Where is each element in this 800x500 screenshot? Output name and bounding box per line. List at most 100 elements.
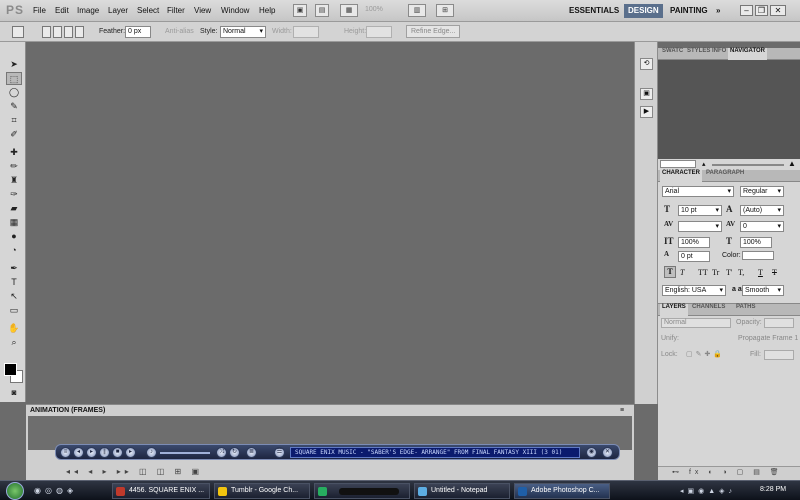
menu-view[interactable]: View <box>194 6 211 15</box>
quick-launch-icons[interactable]: ◉◎◍◈ <box>34 486 77 495</box>
zoom-in-icon[interactable]: ▲ <box>788 159 796 168</box>
fill-field[interactable] <box>764 350 794 360</box>
stop-icon[interactable]: ■ <box>112 447 123 458</box>
animation-controls[interactable]: ◂◂ ◂ ▸ ▸▸ ◫ ◫ ⊞ ▣ <box>66 467 203 476</box>
menu-file[interactable]: File <box>33 6 46 15</box>
style-select[interactable]: Normal <box>220 26 266 38</box>
vertical-scale-field[interactable]: 100% <box>678 237 710 248</box>
language-select[interactable]: English: USA <box>662 285 726 296</box>
all-caps-button[interactable]: TT <box>698 268 708 277</box>
navigator-zoom-slider[interactable] <box>712 164 784 166</box>
baseline-field[interactable]: 0 pt <box>678 251 710 262</box>
start-button[interactable] <box>6 482 24 500</box>
animation-tab[interactable]: ANIMATION (FRAMES) <box>30 407 105 414</box>
leading-field[interactable]: (Auto) <box>740 205 784 216</box>
pen-tool-icon[interactable]: ✒ <box>6 262 22 275</box>
font-family-select[interactable]: Arial <box>662 186 734 197</box>
canvas-area[interactable] <box>26 42 634 404</box>
zoom-out-icon[interactable]: ▴ <box>702 160 706 168</box>
tracking-field[interactable]: 0 <box>740 221 784 232</box>
small-caps-button[interactable]: Tr <box>712 268 719 277</box>
workspace-more[interactable]: » <box>712 4 724 18</box>
antialias-select[interactable]: Smooth <box>742 285 784 296</box>
eyedropper-tool-icon[interactable]: ✐ <box>6 128 22 141</box>
task-redacted[interactable] <box>314 483 410 499</box>
bridge-icon[interactable]: ▣ <box>293 4 307 17</box>
blur-tool-icon[interactable]: ● <box>6 230 22 243</box>
height-field[interactable] <box>366 26 392 38</box>
workspace-essentials[interactable]: ESSENTIALS <box>565 4 623 18</box>
shape-tool-icon[interactable]: ▭ <box>6 304 22 317</box>
gradient-tool-icon[interactable]: ▦ <box>6 216 22 229</box>
subscript-button[interactable]: T, <box>738 268 744 277</box>
tab-character[interactable]: CHARACTER <box>660 170 702 182</box>
close-icon[interactable]: ✕ <box>770 5 786 16</box>
play-icon[interactable]: ▸ <box>86 447 97 458</box>
type-tool-icon[interactable]: T <box>6 276 22 289</box>
eraser-tool-icon[interactable]: ▰ <box>6 202 22 215</box>
view-extras-icon[interactable]: ▦ <box>340 4 358 17</box>
repeat-icon[interactable]: ↻ <box>229 447 240 458</box>
history-brush-tool-icon[interactable]: ✑ <box>6 188 22 201</box>
menu-image[interactable]: Image <box>77 6 99 15</box>
tab-channels[interactable]: CHANNELS <box>690 304 727 316</box>
animation-panel-menu-icon[interactable]: ≡ <box>620 407 624 414</box>
menu-window[interactable]: Window <box>221 6 249 15</box>
faux-bold-button[interactable]: T <box>664 266 676 278</box>
actions-panel-icon[interactable]: ▣ <box>640 88 653 100</box>
path-selection-tool-icon[interactable]: ↖ <box>6 290 22 303</box>
quick-selection-tool-icon[interactable]: ✎ <box>6 100 22 113</box>
history-panel-icon[interactable]: ⟲ <box>640 58 653 70</box>
menu-layer[interactable]: Layer <box>108 6 128 15</box>
arrange-documents-icon[interactable]: ▥ <box>408 4 426 17</box>
clone-stamp-tool-icon[interactable]: ♜ <box>6 174 22 187</box>
navigator-zoom-field[interactable] <box>660 160 696 168</box>
menu-select[interactable]: Select <box>137 6 159 15</box>
navigator-preview[interactable] <box>658 60 800 166</box>
blend-mode-select[interactable]: Normal <box>661 318 731 328</box>
lasso-tool-icon[interactable]: ◯ <box>6 86 22 99</box>
opacity-field[interactable] <box>764 318 794 328</box>
animation-panel-icon[interactable]: ▶ <box>640 106 653 118</box>
foreground-color-swatch[interactable] <box>4 363 17 376</box>
width-field[interactable] <box>293 26 319 38</box>
strikethrough-button[interactable]: T <box>772 268 777 277</box>
task-notepad[interactable]: Untitled - Notepad <box>414 483 510 499</box>
refine-edge-button[interactable]: Refine Edge... <box>406 25 461 38</box>
zoom-tool-icon[interactable]: ⌕ <box>6 336 22 349</box>
eq-icon[interactable]: ≣ <box>246 447 257 458</box>
layers-list[interactable] <box>658 364 800 466</box>
subtract-selection-icon[interactable] <box>64 26 73 38</box>
tab-info[interactable]: INFO <box>710 48 728 60</box>
next-icon[interactable]: ▸ <box>125 447 136 458</box>
quick-mask-icon[interactable]: ◙ <box>6 386 22 399</box>
add-selection-icon[interactable] <box>53 26 62 38</box>
system-tray-icons[interactable]: ◂▣◉▲◈♪ <box>680 487 736 495</box>
rect-marquee-tool-icon[interactable]: ⬚ <box>6 72 22 85</box>
tab-navigator[interactable]: NAVIGATOR <box>728 48 768 60</box>
hand-tool-icon[interactable]: ✋ <box>6 322 22 335</box>
lock-icons[interactable]: ▢✎✚🔒 <box>686 350 725 358</box>
player-menu-icon[interactable]: ≡ <box>60 447 71 458</box>
task-chrome[interactable]: Tumblr - Google Ch... <box>214 483 310 499</box>
zoom-level[interactable]: 100% <box>365 6 383 13</box>
volume-slider[interactable] <box>160 452 210 454</box>
volume-icon[interactable]: ♪ <box>146 447 157 458</box>
faux-italic-button[interactable]: T <box>680 268 684 277</box>
propagate-frame-checkbox[interactable]: Propagate Frame 1 <box>738 335 798 342</box>
tab-styles[interactable]: STYLES <box>685 48 712 60</box>
shuffle-icon[interactable]: ⤨ <box>216 447 227 458</box>
intersect-selection-icon[interactable] <box>75 26 84 38</box>
task-photoshop[interactable]: Adobe Photoshop C... <box>514 483 610 499</box>
minibridge-icon[interactable]: ▤ <box>315 4 329 17</box>
workspace-design[interactable]: DESIGN <box>624 4 663 18</box>
layers-footer-icons[interactable]: ⊷ fx ◐ ◑ ▢ ▤ 🗑 <box>658 466 800 480</box>
tab-paths[interactable]: PATHS <box>734 304 757 316</box>
underline-button[interactable]: T <box>758 268 763 277</box>
font-style-select[interactable]: Regular <box>740 186 784 197</box>
player-mode-icon[interactable]: ◉ <box>586 447 597 458</box>
marquee-preset-icon[interactable] <box>12 26 24 38</box>
task-square-enix[interactable]: 4456. SQUARE ENIX ... <box>112 483 210 499</box>
font-size-field[interactable]: 10 pt <box>678 205 722 216</box>
brush-tool-icon[interactable]: ✏ <box>6 160 22 173</box>
